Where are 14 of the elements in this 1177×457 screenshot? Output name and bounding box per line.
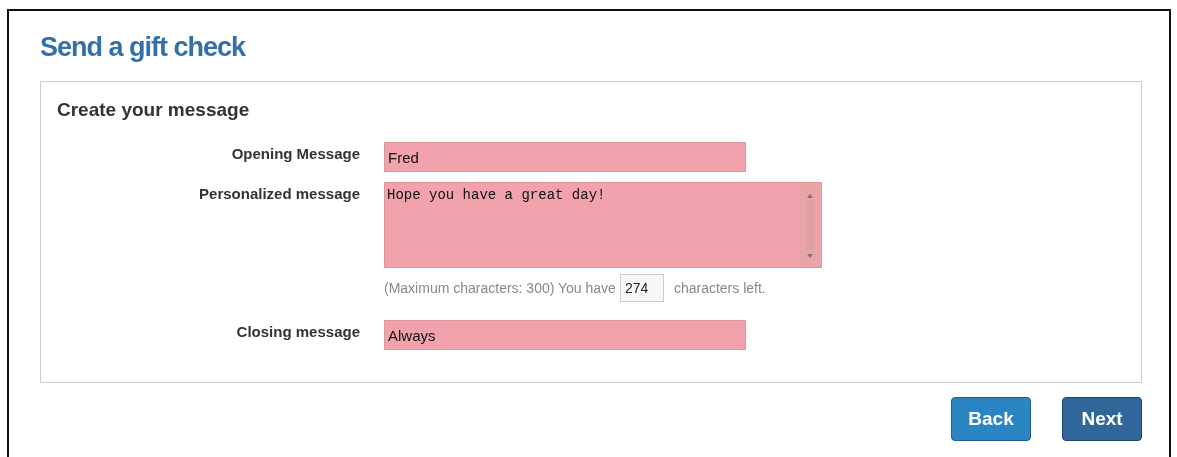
hint-text: characters left.: [673, 280, 766, 296]
field-label: Opening Message: [230, 144, 361, 164]
hint-text: (Maximum characters: 300) You have: [384, 280, 616, 296]
field-label: Closing message: [235, 322, 361, 342]
count-field[interactable]: 274: [619, 274, 664, 302]
panel-heading: Create your message: [57, 98, 251, 122]
scrollbar[interactable]: [800, 184, 820, 266]
back-button[interactable]: Back: [951, 397, 1031, 441]
page-title: Send a gift check: [40, 31, 247, 64]
text-field[interactable]: Always: [384, 320, 746, 350]
field-label: Personalized message: [198, 184, 361, 204]
message-field[interactable]: Hope you have a great day!: [384, 182, 822, 268]
text-field[interactable]: Fred: [384, 142, 746, 172]
next-button[interactable]: Next: [1062, 397, 1142, 441]
